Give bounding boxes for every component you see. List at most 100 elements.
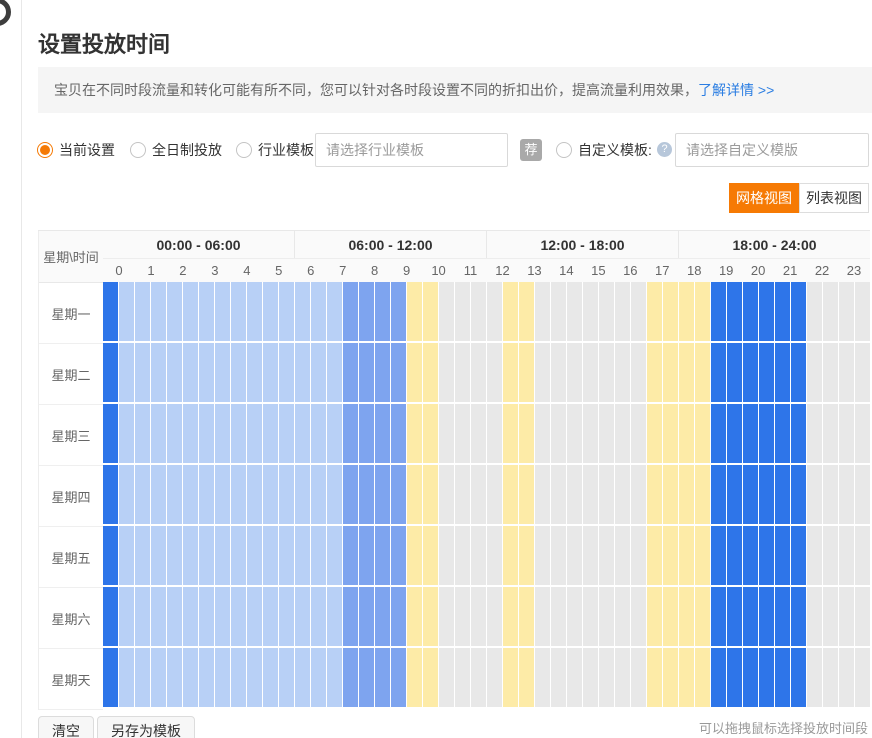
time-cell[interactable]: [199, 648, 214, 707]
time-cell[interactable]: [119, 465, 134, 524]
time-cell[interactable]: [855, 648, 870, 707]
time-cell[interactable]: [471, 465, 486, 524]
time-cell[interactable]: [519, 526, 534, 585]
time-cell[interactable]: [295, 465, 310, 524]
time-cell[interactable]: [567, 343, 582, 402]
time-cell[interactable]: [759, 282, 774, 341]
time-cell[interactable]: [631, 465, 646, 524]
time-cell[interactable]: [327, 465, 342, 524]
time-cell[interactable]: [663, 526, 678, 585]
time-cell[interactable]: [839, 587, 854, 646]
time-cell[interactable]: [647, 343, 662, 402]
time-cell[interactable]: [391, 587, 406, 646]
time-cell[interactable]: [103, 404, 118, 463]
time-cell[interactable]: [423, 282, 438, 341]
time-cell[interactable]: [407, 282, 422, 341]
time-cell[interactable]: [583, 648, 598, 707]
time-cell[interactable]: [423, 526, 438, 585]
time-cell[interactable]: [743, 404, 758, 463]
help-icon[interactable]: ?: [657, 142, 672, 157]
time-cell[interactable]: [279, 282, 294, 341]
time-cell[interactable]: [103, 465, 118, 524]
time-cell[interactable]: [855, 526, 870, 585]
time-cell[interactable]: [759, 465, 774, 524]
time-cell[interactable]: [567, 465, 582, 524]
time-cell[interactable]: [599, 404, 614, 463]
time-cell[interactable]: [199, 343, 214, 402]
time-cell[interactable]: [743, 648, 758, 707]
time-cell[interactable]: [663, 282, 678, 341]
time-cell[interactable]: [487, 526, 502, 585]
time-cell[interactable]: [839, 404, 854, 463]
time-cell[interactable]: [455, 282, 470, 341]
time-cell[interactable]: [503, 587, 518, 646]
time-cell[interactable]: [167, 404, 182, 463]
time-cell[interactable]: [855, 282, 870, 341]
time-cell[interactable]: [535, 587, 550, 646]
time-cell[interactable]: [343, 343, 358, 402]
time-cell[interactable]: [311, 404, 326, 463]
time-cell[interactable]: [679, 648, 694, 707]
time-cell[interactable]: [615, 648, 630, 707]
time-cell[interactable]: [551, 282, 566, 341]
time-cell[interactable]: [551, 465, 566, 524]
time-cell[interactable]: [503, 465, 518, 524]
time-cell[interactable]: [567, 587, 582, 646]
time-cell[interactable]: [231, 587, 246, 646]
time-cell[interactable]: [343, 404, 358, 463]
time-cell[interactable]: [471, 404, 486, 463]
time-cell[interactable]: [103, 648, 118, 707]
time-cell[interactable]: [407, 465, 422, 524]
time-cell[interactable]: [807, 282, 822, 341]
time-cell[interactable]: [391, 648, 406, 707]
time-cell[interactable]: [855, 587, 870, 646]
time-cell[interactable]: [823, 282, 838, 341]
time-cell[interactable]: [599, 648, 614, 707]
time-cell[interactable]: [215, 404, 230, 463]
time-cell[interactable]: [135, 404, 150, 463]
time-cell[interactable]: [151, 526, 166, 585]
time-cell[interactable]: [423, 587, 438, 646]
time-cell[interactable]: [439, 526, 454, 585]
time-cell[interactable]: [567, 648, 582, 707]
time-cell[interactable]: [391, 282, 406, 341]
time-cell[interactable]: [151, 587, 166, 646]
time-cell[interactable]: [615, 465, 630, 524]
clear-button[interactable]: 清空: [38, 716, 94, 738]
time-cell[interactable]: [647, 404, 662, 463]
time-cell[interactable]: [519, 587, 534, 646]
time-cell[interactable]: [231, 526, 246, 585]
time-cell[interactable]: [311, 526, 326, 585]
time-cell[interactable]: [183, 526, 198, 585]
time-cell[interactable]: [775, 648, 790, 707]
time-cell[interactable]: [839, 465, 854, 524]
time-cell[interactable]: [311, 343, 326, 402]
time-cell[interactable]: [471, 526, 486, 585]
time-cell[interactable]: [359, 343, 374, 402]
time-cell[interactable]: [279, 648, 294, 707]
radio-custom-template[interactable]: 自定义模板:: [556, 133, 652, 167]
time-cell-grid[interactable]: [103, 282, 870, 707]
time-cell[interactable]: [535, 282, 550, 341]
time-cell[interactable]: [823, 587, 838, 646]
time-cell[interactable]: [727, 404, 742, 463]
time-cell[interactable]: [215, 526, 230, 585]
time-cell[interactable]: [743, 526, 758, 585]
time-cell[interactable]: [791, 648, 806, 707]
time-cell[interactable]: [823, 465, 838, 524]
time-cell[interactable]: [199, 587, 214, 646]
time-cell[interactable]: [615, 526, 630, 585]
time-cell[interactable]: [103, 343, 118, 402]
time-cell[interactable]: [327, 648, 342, 707]
time-cell[interactable]: [647, 465, 662, 524]
time-cell[interactable]: [263, 404, 278, 463]
time-cell[interactable]: [519, 282, 534, 341]
time-cell[interactable]: [791, 465, 806, 524]
time-cell[interactable]: [471, 587, 486, 646]
time-cell[interactable]: [199, 465, 214, 524]
time-cell[interactable]: [759, 648, 774, 707]
time-cell[interactable]: [263, 526, 278, 585]
time-cell[interactable]: [535, 343, 550, 402]
time-cell[interactable]: [247, 282, 262, 341]
time-cell[interactable]: [487, 465, 502, 524]
